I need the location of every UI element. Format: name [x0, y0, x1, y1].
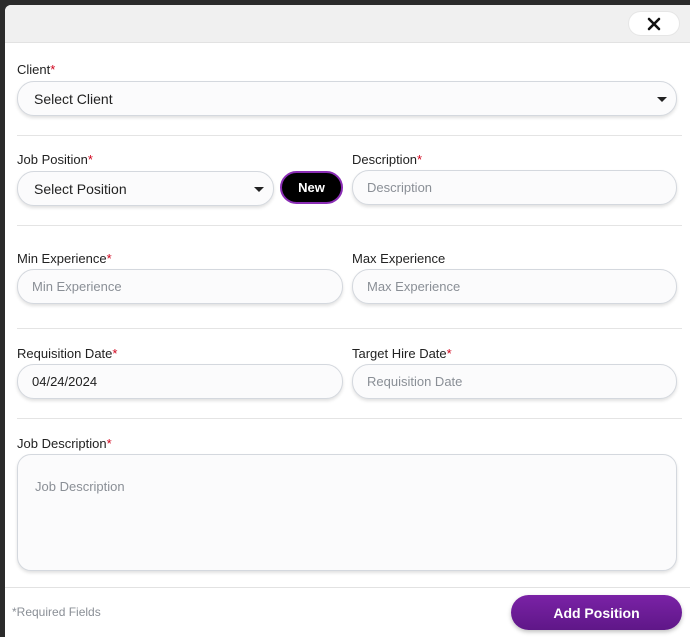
- client-label: Client*: [17, 62, 56, 77]
- close-icon: [647, 17, 661, 30]
- add-position-modal: Client* Select Client Job Position* Sele…: [5, 5, 690, 637]
- job-position-label: Job Position*: [17, 152, 93, 167]
- target-hire-date-label: Target Hire Date*: [352, 346, 452, 361]
- required-fields-note: *Required Fields: [12, 605, 101, 619]
- divider: [17, 418, 682, 419]
- divider: [17, 135, 682, 136]
- job-description-textarea[interactable]: [17, 454, 677, 571]
- divider: [17, 328, 682, 329]
- requisition-date-label: Requisition Date*: [17, 346, 118, 361]
- min-experience-input[interactable]: [17, 269, 343, 304]
- add-position-button[interactable]: Add Position: [511, 595, 682, 630]
- description-input[interactable]: [352, 170, 677, 205]
- max-experience-label: Max Experience: [352, 251, 446, 266]
- target-hire-date-input[interactable]: [352, 364, 677, 399]
- client-selected-value: Select Client: [34, 90, 113, 107]
- description-label: Description*: [352, 152, 423, 167]
- job-position-selected-value: Select Position: [34, 180, 127, 197]
- min-experience-label: Min Experience*: [17, 251, 112, 266]
- requisition-date-input[interactable]: [17, 364, 343, 399]
- job-description-label: Job Description*: [17, 436, 112, 451]
- divider: [17, 225, 682, 226]
- modal-header: [5, 5, 690, 43]
- new-position-button[interactable]: New: [280, 171, 343, 204]
- client-select[interactable]: Select Client: [17, 81, 677, 116]
- chevron-down-icon: [657, 97, 667, 102]
- job-position-select[interactable]: Select Position: [17, 171, 274, 206]
- max-experience-input[interactable]: [352, 269, 677, 304]
- chevron-down-icon: [254, 187, 264, 192]
- close-button[interactable]: [628, 11, 680, 36]
- modal-footer: *Required Fields Add Position: [5, 587, 690, 637]
